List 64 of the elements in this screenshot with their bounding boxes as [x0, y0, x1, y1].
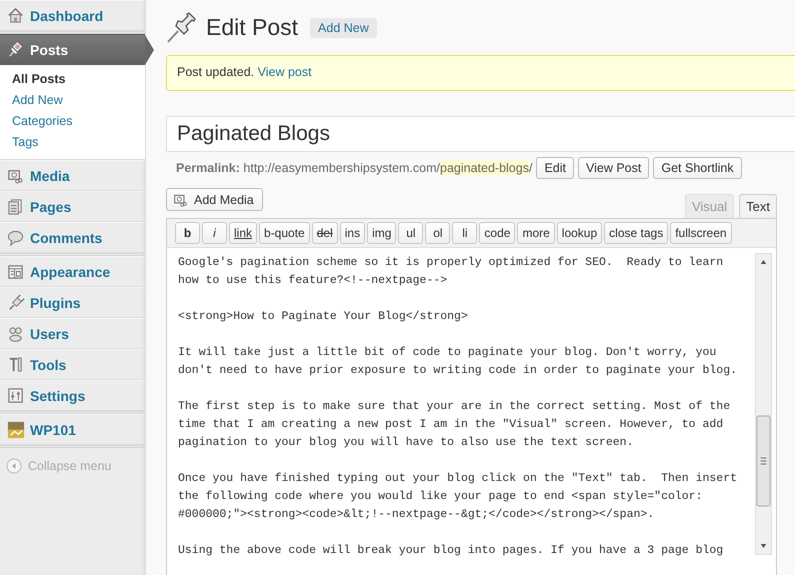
menu-item[interactable]: Users [0, 318, 145, 349]
home-icon [7, 6, 25, 24]
format-button[interactable]: del [312, 222, 338, 244]
menu-item[interactable]: Media [0, 160, 145, 191]
layout-icon [7, 262, 25, 280]
editor-text-line: the following code where you would like your page to end <span style="color: [178, 489, 702, 505]
editor-text-line: <strong>How to Paginate Your Blog</strong> [178, 309, 468, 325]
format-button[interactable]: lookup [556, 222, 602, 244]
permalink-button[interactable]: Get Shortlink [653, 157, 742, 179]
permalink-button[interactable]: Edit [536, 157, 574, 179]
format-button[interactable]: ol [425, 222, 450, 244]
permalink-text: Permalink: http://easymembershipsystem.com/paginated-blogs/ [176, 161, 532, 175]
editor-text-line: time that I am creating a new post I am in the "Visual" screen. However, to add [178, 417, 724, 433]
menu-item[interactable]: Appearance [0, 256, 145, 287]
notice-text: Post updated. [177, 65, 254, 79]
pushpin-icon [166, 12, 198, 44]
editor-text-line: pagination to your blog you will have to also use the text screen. [178, 435, 634, 451]
menu-item[interactable]: Pages [0, 191, 145, 222]
add-new-button[interactable]: Add New [310, 18, 377, 38]
format-button[interactable]: link [229, 222, 258, 244]
menu-item[interactable]: Comments [0, 222, 145, 253]
permalink-button[interactable]: View Post [578, 157, 650, 179]
add-media-button[interactable]: Add Media [166, 188, 263, 211]
menu-item[interactable]: Settings [0, 380, 145, 411]
format-button[interactable]: b-quote [259, 222, 310, 244]
logo-icon [7, 420, 25, 438]
format-button[interactable]: close tags [604, 222, 668, 244]
menu-item[interactable]: Posts [0, 34, 145, 65]
editor-text-line: #000000;"><strong><code>&lt;!--nextpage--&gt;</code></strong></span>. [178, 507, 654, 523]
format-button[interactable]: more [517, 222, 555, 244]
format-button[interactable]: fullscreen [670, 222, 732, 244]
pushpin-icon [7, 40, 25, 58]
format-button[interactable]: i [202, 222, 227, 244]
menu-item[interactable]: WP101 [0, 414, 145, 445]
submenu-item[interactable]: All Posts [0, 69, 78, 90]
plug-icon [7, 294, 25, 312]
editor-text-line: Once you have finished typing out your blog click on the "Text" tab. Then insert [178, 471, 737, 487]
sliders-icon [7, 386, 25, 404]
format-button[interactable]: ul [398, 222, 424, 244]
format-button[interactable]: code [479, 222, 516, 244]
format-button[interactable]: ins [340, 222, 366, 244]
editor-tab[interactable]: Text [739, 194, 777, 218]
format-button[interactable]: li [452, 222, 478, 244]
submenu-item[interactable]: Tags [0, 132, 50, 153]
editor-text-line: It will take just a little bit of code to paginate your blog. Don't worry, you [178, 345, 716, 361]
submenu-item[interactable]: Categories [0, 111, 84, 132]
view-post-link[interactable]: View post [258, 65, 312, 79]
page-title: Edit Post [206, 14, 298, 41]
editor-text-line: how to use this feature?<!--nextpage--> [178, 273, 448, 289]
menu-item[interactable]: Dashboard [0, 0, 145, 31]
editor-text-line: don't need to have prior exposure to writing code in order to paginate your blog. [178, 363, 737, 379]
editor-area[interactable] [166, 248, 777, 575]
format-button[interactable]: b [175, 222, 200, 244]
format-button[interactable]: img [367, 222, 396, 244]
editor-text-line: The first step is to make sure that your are in the correct setting. Most of the [178, 399, 730, 415]
speech-bubble-icon [7, 228, 25, 246]
title-field[interactable]: Paginated Blogs [166, 116, 795, 152]
collapse-icon[interactable] [6, 458, 22, 474]
editor-text-line: Using the above code will break your blog into pages. If you have a 3 page blog [178, 543, 724, 559]
submenu-item[interactable]: Add New [0, 90, 75, 111]
menu-item[interactable]: Plugins [0, 287, 145, 318]
menu-item[interactable]: Tools [0, 349, 145, 380]
editor-text-line: Google's pagination scheme so it is properly optimized for SEO. Ready to learn [178, 255, 724, 271]
scrollbar[interactable] [755, 253, 772, 555]
